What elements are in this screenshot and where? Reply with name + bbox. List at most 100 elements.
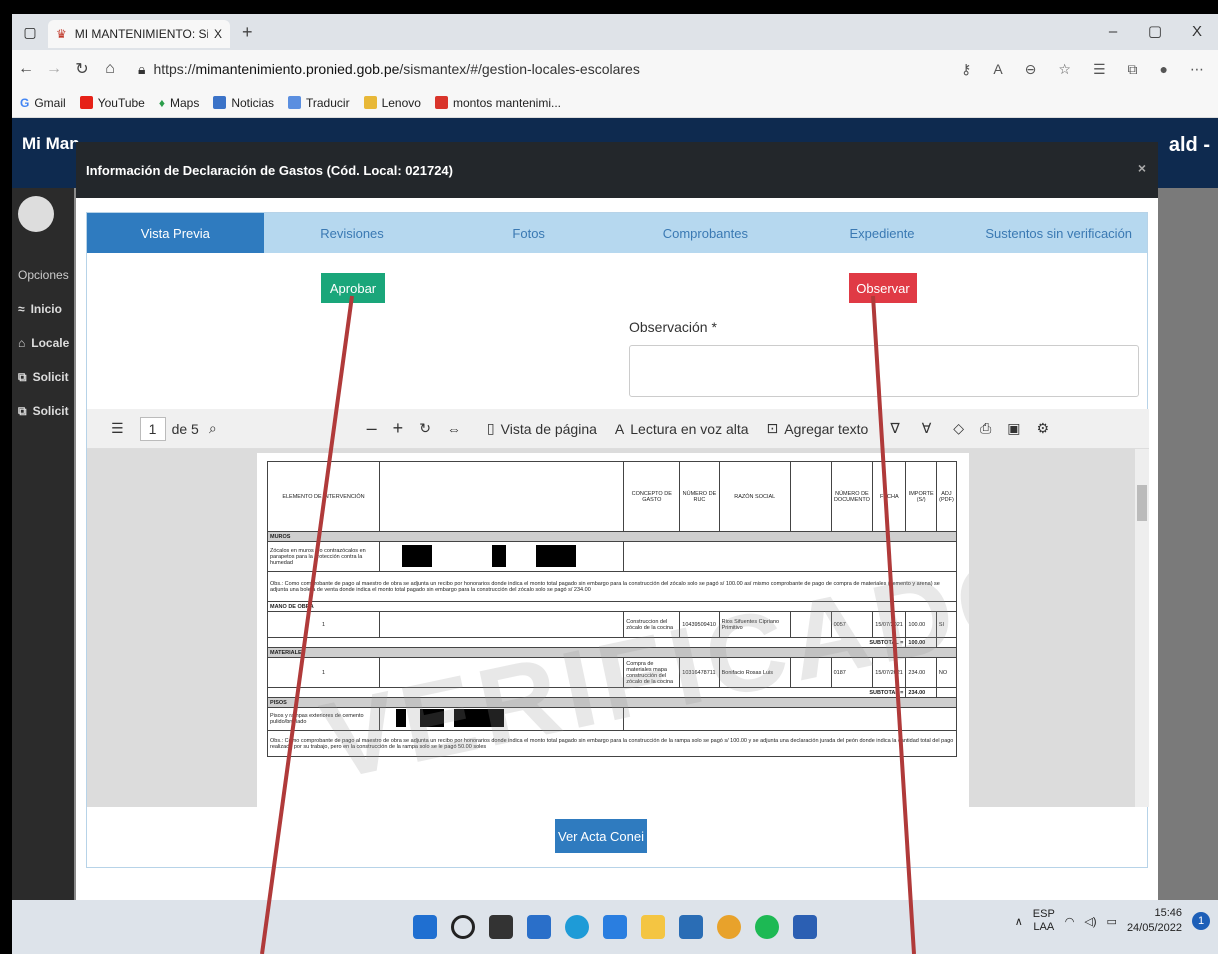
modal-tabs: Vista Previa Revisiones Fotos Comprobant… xyxy=(87,213,1147,253)
word-icon[interactable] xyxy=(793,915,817,939)
reload-icon[interactable]: ↻ xyxy=(68,59,96,79)
bookmark-montos[interactable]: montos mantenimi... xyxy=(434,96,561,110)
observation-textarea[interactable] xyxy=(629,345,1139,397)
windows-start-icon[interactable] xyxy=(413,915,437,939)
tab-fotos[interactable]: Fotos xyxy=(440,213,617,253)
sidebar-item-inicio[interactable]: ≈ Inicio xyxy=(12,292,74,326)
tab-close-icon[interactable]: X xyxy=(214,27,222,41)
volume-icon[interactable]: ◁) xyxy=(1084,915,1096,928)
contents-icon[interactable]: ☰ xyxy=(111,420,124,437)
page-count: de 5 xyxy=(171,420,199,437)
file-explorer-icon[interactable] xyxy=(641,915,665,939)
pdf-search-icon[interactable]: ⌕ xyxy=(209,420,217,437)
google-icon: G xyxy=(20,95,30,110)
modal-title: Información de Declaración de Gastos (Có… xyxy=(86,162,453,178)
key-icon[interactable]: ⚷ xyxy=(961,61,971,78)
tab-sustentos[interactable]: Sustentos sin verificación xyxy=(970,213,1147,253)
screen: ▢ ♛ MI MANTENIMIENTO: Sistema d X + – ▢ … xyxy=(0,0,1218,954)
settings-icon[interactable]: ⚙ xyxy=(1037,420,1050,437)
tab-actions-icon[interactable]: ▢ xyxy=(12,24,48,41)
page-number-input[interactable]: 1 xyxy=(139,416,166,441)
app-l-icon[interactable] xyxy=(603,915,627,939)
fit-width-icon[interactable]: ⇔ xyxy=(447,421,461,437)
pdf-scrollbar[interactable] xyxy=(1135,449,1149,807)
col-fecha: FECHA xyxy=(872,461,907,532)
spotify-icon[interactable] xyxy=(755,915,779,939)
col-numdoc: NÚMERO DE DOCUMENTO xyxy=(830,461,874,532)
minimize-icon[interactable]: – xyxy=(1092,14,1134,50)
back-icon[interactable]: ← xyxy=(12,60,40,78)
sidebar-item-locales[interactable]: ⌂ Locale xyxy=(12,326,74,360)
read-aloud-button[interactable]: Lectura en voz alta xyxy=(630,421,748,437)
tab-revisiones[interactable]: Revisiones xyxy=(264,213,441,253)
notification-badge[interactable]: 1 xyxy=(1192,912,1210,930)
new-tab-icon[interactable]: + xyxy=(242,22,253,43)
modal-header: Información de Declaración de Gastos (Có… xyxy=(76,142,1158,198)
draw-icon[interactable]: ∇ xyxy=(890,420,899,437)
school-icon: ⌂ xyxy=(18,336,26,350)
approve-button[interactable]: Aprobar xyxy=(321,273,385,303)
highlight-icon[interactable]: ∀ xyxy=(922,420,932,437)
task-view-icon[interactable] xyxy=(489,915,513,939)
col-concept: CONCEPTO DE GASTO xyxy=(623,461,681,532)
mail-icon[interactable] xyxy=(679,915,703,939)
browser-tab[interactable]: ♛ MI MANTENIMIENTO: Sistema d X xyxy=(48,20,230,48)
tab-vista-previa[interactable]: Vista Previa xyxy=(87,213,264,253)
col-interventions xyxy=(378,461,625,532)
rotate-icon[interactable]: ↻ xyxy=(419,420,431,437)
clock[interactable]: 15:46 24/05/2022 xyxy=(1127,906,1182,936)
bookmark-lenovo[interactable]: Lenovo xyxy=(363,96,421,110)
tab-expediente[interactable]: Expediente xyxy=(794,213,971,253)
add-text-button[interactable]: Agregar texto xyxy=(784,421,868,437)
search-icon[interactable] xyxy=(451,915,475,939)
bookmark-gmail[interactable]: G Gmail xyxy=(20,96,66,110)
sidebar-item-solicitudes-2[interactable]: ⧉ Solicit xyxy=(12,394,74,428)
zoom-out-icon[interactable]: – xyxy=(367,418,377,439)
language-indicator[interactable]: ESP LAA xyxy=(1033,908,1055,934)
collections-icon[interactable]: ⧉ xyxy=(1128,61,1138,78)
browser-tab-bar: ▢ ♛ MI MANTENIMIENTO: Sistema d X + – ▢ … xyxy=(12,14,1218,50)
more-icon[interactable]: ⋯ xyxy=(1190,61,1204,78)
favorite-icon[interactable]: ☆ xyxy=(1058,61,1071,78)
app-name: Mi Man xyxy=(22,134,80,153)
read-aloud-icon[interactable]: A xyxy=(993,61,1002,78)
zoom-icon[interactable]: ⊖ xyxy=(1025,61,1037,78)
zoom-in-icon[interactable]: + xyxy=(393,418,404,439)
copy-icon: ⧉ xyxy=(18,369,27,384)
bookmark-maps[interactable]: ♦ Maps xyxy=(159,96,199,110)
youtube-icon xyxy=(79,96,93,109)
close-window-icon[interactable]: X xyxy=(1176,14,1218,50)
pdf-toolbar: ☰ 1 de 5 ⌕ – + ↻ ⇔ ▯ Vista de página A L… xyxy=(87,409,1149,449)
taskbar: ∧ ESP LAA ◠ ◁) ▭ 15:46 24/05/2022 1 xyxy=(12,900,1218,954)
tab-comprobantes[interactable]: Comprobantes xyxy=(617,213,794,253)
maximize-icon[interactable]: ▢ xyxy=(1134,14,1176,50)
table-header-row: ELEMENTO DE INTERVENCIÓN CONCEPTO DE GAS… xyxy=(267,461,958,532)
battery-icon[interactable]: ▭ xyxy=(1107,915,1117,928)
edge-icon[interactable] xyxy=(565,915,589,939)
home-icon[interactable]: ⌂ xyxy=(96,60,124,78)
chrome-icon[interactable] xyxy=(717,915,741,939)
user-menu[interactable]: ald - xyxy=(1169,134,1210,157)
col-ruc: NÚMERO DE RUC xyxy=(679,461,720,532)
bookmark-youtube[interactable]: YouTube xyxy=(79,96,145,110)
scrollbar-thumb[interactable] xyxy=(1137,485,1147,521)
pdf-page: ELEMENTO DE INTERVENCIÓN CONCEPTO DE GAS… xyxy=(257,453,969,807)
bookmark-noticias[interactable]: Noticias xyxy=(213,96,274,110)
widgets-icon[interactable] xyxy=(527,915,551,939)
eraser-icon[interactable]: ◇ xyxy=(953,420,964,437)
save-icon[interactable]: ▣ xyxy=(1007,420,1020,437)
sidebar-item-solicitudes-1[interactable]: ⧉ Solicit xyxy=(12,360,74,394)
wifi-icon[interactable]: ◠ xyxy=(1065,915,1075,928)
page-view-button[interactable]: Vista de página xyxy=(501,421,597,437)
profile-avatar[interactable]: ● xyxy=(1160,61,1168,78)
forward-icon[interactable]: → xyxy=(40,60,68,78)
tray-expand-icon[interactable]: ∧ xyxy=(1015,915,1023,928)
bookmark-traducir[interactable]: Traducir xyxy=(288,96,350,110)
modal-close-icon[interactable]: × xyxy=(1138,160,1146,176)
favorites-bar-icon[interactable]: ☰ xyxy=(1093,61,1106,78)
view-act-button[interactable]: Ver Acta Conei xyxy=(555,819,647,853)
pdf-icon xyxy=(434,96,448,109)
observe-button[interactable]: Observar xyxy=(849,273,917,303)
url-field[interactable]: 🔒︎ https://mimantenimiento.pronied.gob.pe… xyxy=(138,61,640,78)
print-icon[interactable]: ⎙ xyxy=(980,420,991,437)
